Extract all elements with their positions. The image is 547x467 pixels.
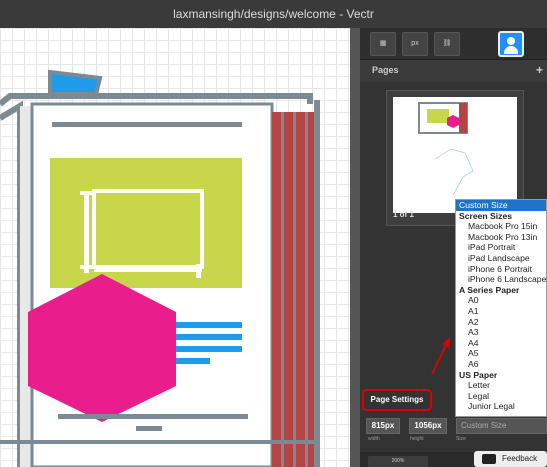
size-dropdown-menu[interactable]: Custom Size Screen Sizes Macbook Pro 15in M… — [455, 199, 547, 417]
dropdown-option[interactable]: Custom Size — [456, 200, 546, 211]
pages-title: Pages — [372, 65, 399, 75]
dropdown-option[interactable]: iPad Landscape — [456, 253, 546, 264]
dropdown-group-header: US Paper — [459, 369, 498, 380]
dropdown-option[interactable]: A3 — [456, 327, 546, 338]
dropdown-group-header: A Series Paper — [459, 284, 520, 295]
pixel-mode-button[interactable]: px — [402, 32, 428, 56]
dropdown-option[interactable]: A4 — [456, 338, 546, 349]
dropdown-option[interactable]: A6 — [456, 359, 546, 370]
dropdown-option[interactable]: Letter — [456, 380, 546, 391]
dropdown-option[interactable]: Macbook Pro 15in — [456, 221, 546, 232]
canvas-scrollbar[interactable] — [350, 28, 360, 467]
dropdown-group-header: Screen Sizes — [459, 210, 513, 221]
feedback-button[interactable]: Feedback — [474, 451, 547, 467]
grid-toggle-icon[interactable]: ▦ — [370, 32, 396, 56]
width-field[interactable]: 815px — [366, 418, 400, 434]
window-title: laxmansingh/designs/welcome - Vectr — [0, 0, 547, 28]
dropdown-option[interactable]: A5 — [456, 348, 546, 359]
feedback-icon — [482, 454, 496, 464]
dropdown-option[interactable]: Macbook Pro 13in — [456, 232, 546, 243]
size-label: Size — [456, 436, 466, 442]
dropdown-option[interactable]: Legal — [456, 391, 546, 402]
dropdown-option[interactable]: A0 — [456, 295, 546, 306]
avatar[interactable] — [498, 31, 524, 57]
dropdown-option[interactable]: A1 — [456, 306, 546, 317]
thumbnail-preview — [418, 102, 474, 196]
page-count: 1 of 1 — [393, 210, 414, 219]
dropdown-option[interactable]: iPhone 6 Landscape — [456, 274, 546, 285]
zoom-control[interactable]: 200% — [368, 456, 428, 467]
height-field[interactable]: 1056px — [409, 418, 447, 434]
add-page-icon[interactable]: + — [536, 63, 543, 77]
feedback-label: Feedback — [502, 454, 538, 463]
dropdown-option[interactable]: iPad Portrait — [456, 242, 546, 253]
height-label: height — [410, 436, 424, 442]
dropdown-option[interactable]: A2 — [456, 317, 546, 328]
dropdown-option[interactable]: Junior Legal — [456, 401, 546, 412]
size-select[interactable]: Custom Size — [456, 418, 547, 434]
dropdown-option[interactable]: iPhone 6 Portrait — [456, 264, 546, 275]
pages-header: Pages + — [360, 60, 547, 82]
link-icon[interactable]: ⛓ — [434, 32, 460, 56]
panel-toolbar: ▦ px ⛓ — [360, 28, 547, 60]
artboard-illustration — [0, 69, 320, 467]
page-settings-label[interactable]: Page Settings — [362, 389, 432, 411]
design-canvas[interactable] — [0, 28, 356, 467]
page-thumbnail[interactable] — [393, 97, 517, 213]
width-label: width — [368, 436, 380, 442]
